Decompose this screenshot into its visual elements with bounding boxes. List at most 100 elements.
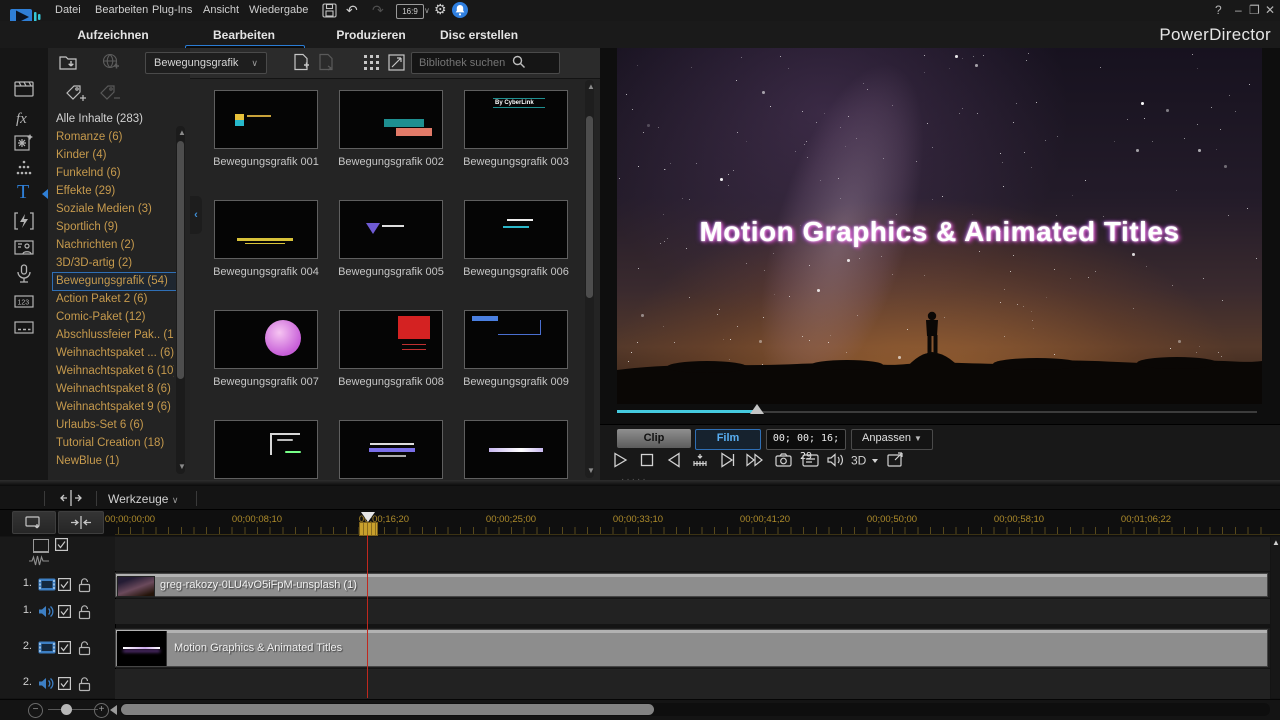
tab-produzieren[interactable]: Produzieren xyxy=(336,28,405,42)
library-item-thumbnail[interactable] xyxy=(339,310,443,369)
snapshot-icon[interactable] xyxy=(774,451,800,471)
category-item[interactable]: Funkelnd (6) xyxy=(56,165,174,182)
timeline-vertical-scrollbar[interactable] xyxy=(1271,537,1280,698)
play-icon[interactable] xyxy=(611,451,637,471)
previous-frame-icon[interactable] xyxy=(665,451,691,471)
timeline-hscrollbar-thumb[interactable] xyxy=(121,704,654,715)
zoom-slider-thumb[interactable] xyxy=(61,704,72,715)
category-item[interactable]: Tutorial Creation (18) xyxy=(56,435,174,452)
category-scrollbar-thumb[interactable] xyxy=(177,141,184,379)
audio-track-lane[interactable] xyxy=(115,669,1270,699)
library-item-thumbnail[interactable] xyxy=(214,200,318,259)
fit-dropdown[interactable]: Anpassen ▼ xyxy=(851,429,933,450)
category-item[interactable]: Soziale Medien (3) xyxy=(56,201,174,218)
category-scroll-up-icon[interactable]: ▲ xyxy=(178,129,186,137)
timeline-scroll-up-icon[interactable]: ▲ xyxy=(1272,539,1280,547)
subtitle-room-icon[interactable] xyxy=(13,317,37,341)
track-lock-icon[interactable] xyxy=(78,676,91,692)
library-item-thumbnail[interactable] xyxy=(464,310,568,369)
particle-room-icon[interactable] xyxy=(13,158,37,182)
menu-bearbeiten[interactable]: Bearbeiten xyxy=(95,4,148,16)
menu-wiedergabe[interactable]: Wiedergabe xyxy=(249,4,308,16)
aspect-ratio-selector[interactable]: 16:9 xyxy=(396,4,424,19)
next-frame-icon[interactable] xyxy=(718,451,744,471)
track-lock-icon[interactable] xyxy=(78,640,91,656)
voice-over-room-icon[interactable] xyxy=(13,263,37,287)
restore-button[interactable]: ❐ xyxy=(1249,3,1260,17)
scroll-left-icon[interactable] xyxy=(110,705,117,715)
category-item[interactable]: Romanze (6) xyxy=(56,129,174,146)
track-enable-checkbox[interactable] xyxy=(58,605,71,618)
category-item[interactable]: Alle Inhalte (283) xyxy=(56,111,174,128)
effects-room-icon[interactable]: fx xyxy=(13,107,37,131)
seek-bar-thumb[interactable] xyxy=(750,404,764,414)
new-title-icon[interactable] xyxy=(291,52,311,72)
collapse-panel-chevron-left-icon[interactable]: ‹ xyxy=(190,196,202,234)
notifications-icon[interactable] xyxy=(452,2,468,18)
category-item[interactable]: Effekte (29) xyxy=(56,183,174,200)
track-display-icon[interactable] xyxy=(33,539,49,553)
category-scroll-down-icon[interactable]: ▼ xyxy=(178,463,186,471)
zoom-in-button[interactable]: + xyxy=(94,703,109,718)
category-item[interactable]: 3D/3D-artig (2) xyxy=(56,255,174,272)
pip-objects-room-icon[interactable] xyxy=(13,132,37,156)
playhead-marker[interactable] xyxy=(359,522,378,536)
library-scrollbar-thumb[interactable] xyxy=(586,116,593,298)
track-lock-icon[interactable] xyxy=(78,577,91,593)
menu-datei[interactable]: Datei xyxy=(55,4,81,16)
menu-ansicht[interactable]: Ansicht xyxy=(203,4,239,16)
category-item[interactable]: Abschlussfeier Pak.. (12) xyxy=(56,327,174,344)
category-item[interactable]: Weihnachtspaket ... (6) xyxy=(56,345,174,362)
timecode-display[interactable]: 00; 00; 16; 29 xyxy=(766,429,846,450)
library-scroll-down-icon[interactable]: ▼ xyxy=(587,467,595,475)
track-enable-checkbox[interactable] xyxy=(58,578,71,591)
step-frame-icon[interactable] xyxy=(691,451,717,471)
library-search-input[interactable] xyxy=(411,52,560,74)
transition-room-icon[interactable] xyxy=(13,211,37,235)
thumbnail-size-icon[interactable] xyxy=(388,54,405,71)
stop-icon[interactable] xyxy=(638,451,664,471)
undock-icon[interactable] xyxy=(886,451,912,471)
track-enable-checkbox[interactable] xyxy=(58,677,71,690)
grid-view-icon[interactable] xyxy=(364,55,380,71)
search-icon[interactable] xyxy=(512,55,526,69)
library-item-thumbnail[interactable] xyxy=(339,200,443,259)
category-item[interactable]: Weihnachtspaket 8 (6) xyxy=(56,381,174,398)
clip-mode-button[interactable]: Clip xyxy=(617,429,691,448)
library-item-thumbnail[interactable] xyxy=(214,420,318,479)
timeline-clip[interactable]: Motion Graphics & Animated Titles xyxy=(115,629,1268,667)
snap-to-clip-button[interactable] xyxy=(58,511,104,534)
library-item-thumbnail[interactable] xyxy=(339,420,443,479)
menu-plugins[interactable]: Plug-Ins xyxy=(152,4,192,16)
media-room-icon[interactable] xyxy=(13,79,37,103)
zoom-slider-track[interactable] xyxy=(48,709,98,710)
track-lock-icon[interactable] xyxy=(78,604,91,620)
zoom-out-button[interactable]: − xyxy=(28,703,43,718)
tab-bearbeiten[interactable]: Bearbeiten xyxy=(213,28,275,42)
minimize-button[interactable]: – xyxy=(1235,3,1242,17)
add-tag-icon[interactable] xyxy=(64,84,86,104)
film-mode-button[interactable]: Film xyxy=(695,429,761,450)
waveform-icon[interactable] xyxy=(29,555,49,567)
track-manager-button[interactable] xyxy=(12,511,56,534)
help-button[interactable]: ? xyxy=(1215,3,1222,17)
category-item[interactable]: Weihnachtspaket 6 (10) xyxy=(56,363,174,380)
import-media-icon[interactable] xyxy=(58,52,78,72)
tools-dropdown[interactable]: Werkzeuge ∨ xyxy=(108,492,178,506)
category-item[interactable]: NewBlue (1) xyxy=(56,453,174,470)
save-icon[interactable] xyxy=(322,3,337,18)
library-item-thumbnail[interactable] xyxy=(214,310,318,369)
category-item[interactable]: Weihnachtspaket 9 (6) xyxy=(56,399,174,416)
audio-mixing-room-icon[interactable] xyxy=(13,237,37,261)
title-room-icon[interactable]: T xyxy=(13,180,37,204)
tab-aufzeichnen[interactable]: Aufzeichnen xyxy=(77,28,148,42)
track-enable-checkbox[interactable] xyxy=(55,538,68,551)
settings-gear-icon[interactable]: ⚙ xyxy=(434,1,447,18)
aspect-chevron-down-icon[interactable]: ∨ xyxy=(424,6,430,15)
timeline-clip[interactable]: greg-rakozy-0LU4vO5iFpM-unsplash (1) xyxy=(115,573,1268,597)
close-button[interactable]: ✕ xyxy=(1265,3,1275,17)
fast-forward-icon[interactable] xyxy=(745,451,771,471)
library-scroll-up-icon[interactable]: ▲ xyxy=(587,83,595,91)
3d-icon[interactable]: 3D xyxy=(850,451,876,471)
fx-track-lane[interactable] xyxy=(115,537,1270,571)
